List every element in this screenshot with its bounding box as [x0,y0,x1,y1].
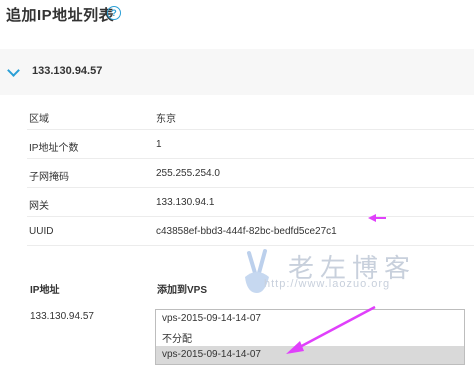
detail-value: 255.255.254.0 [156,168,220,179]
detail-row-uuid: UUID c43858ef-bbd3-444f-82bc-bedfd5ce27c… [27,218,474,246]
header-ip-address: 133.130.94.57 [32,65,103,77]
vps-select-value: vps-2015-09-14-14-07 [162,313,261,324]
option-label: vps-2015-09-14-14-07 [162,349,261,360]
dropdown-option-vps[interactable]: vps-2015-09-14-14-07 [156,346,464,364]
dropdown-option-unassigned[interactable]: 不分配 [156,327,464,345]
help-icon[interactable]: ? [107,6,121,20]
option-label: 不分配 [162,334,192,345]
assign-row-ip: 133.130.94.57 [30,311,94,322]
detail-row-subnet-mask: 子网掩码 255.255.254.0 [27,160,474,188]
vps-dropdown-list[interactable]: 不分配 vps-2015-09-14-14-07 [155,326,465,365]
detail-label: IP地址个数 [29,143,79,154]
detail-label: 子网掩码 [29,172,69,183]
column-header-ip: IP地址 [30,285,60,296]
detail-value: 133.130.94.1 [156,197,215,208]
detail-row-gateway: 网关 133.130.94.1 [27,189,474,217]
detail-row-ip-count: IP地址个数 1 [27,131,474,159]
detail-value: 1 [156,139,162,150]
page-title: 追加IP地址列表 [6,7,115,24]
detail-row-region: 区域 东京 [27,102,474,130]
detail-value: 东京 [156,114,176,125]
detail-label: UUID [29,226,54,237]
detail-label: 网关 [29,201,49,212]
detail-value: c43858ef-bbd3-444f-82bc-bedfd5ce27c1 [156,226,337,237]
watermark-url: http://www.laozuo.org [264,278,391,290]
detail-label: 区域 [29,114,49,125]
column-header-vps: 添加到VPS [157,285,208,296]
